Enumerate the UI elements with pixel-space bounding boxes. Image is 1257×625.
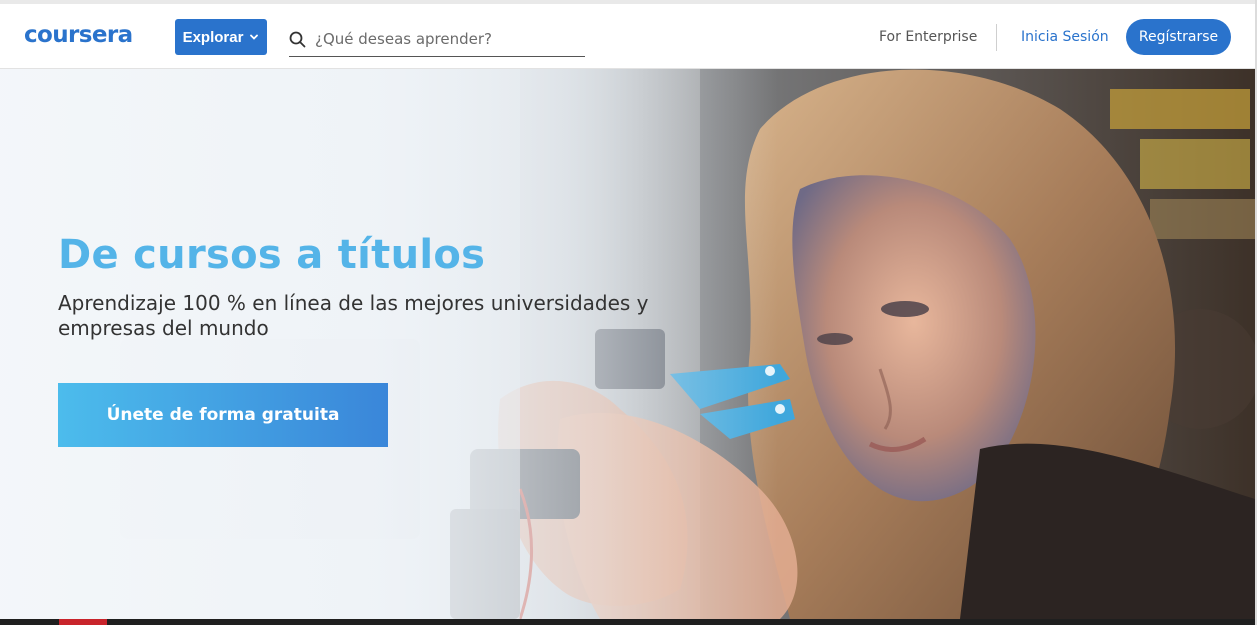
- explore-button[interactable]: Explorar: [175, 19, 267, 55]
- register-button[interactable]: Regístrarse: [1126, 19, 1231, 55]
- for-enterprise-link[interactable]: For Enterprise: [879, 29, 977, 45]
- join-free-button[interactable]: Únete de forma gratuita: [58, 383, 388, 447]
- hero-subtitle: Aprendizaje 100 % en línea de las mejore…: [58, 291, 649, 340]
- hero-banner: De cursos a títulos Aprendizaje 100 % en…: [0, 69, 1255, 619]
- search-input[interactable]: [315, 30, 575, 48]
- hero-overlay: [0, 69, 1255, 619]
- bottom-bar: [0, 619, 1257, 625]
- coursera-logo[interactable]: coursera: [24, 22, 133, 48]
- bottom-accent: [59, 619, 107, 625]
- explore-button-label: Explorar: [182, 28, 244, 46]
- header-divider: [996, 24, 997, 51]
- top-navigation-bar: coursera Explorar For Enterprise Inicia …: [0, 0, 1257, 69]
- search-icon[interactable]: [289, 31, 306, 48]
- hero-title: De cursos a títulos: [58, 232, 486, 278]
- search-bar: [289, 22, 585, 57]
- login-link[interactable]: Inicia Sesión: [1021, 29, 1109, 45]
- chevron-down-icon: [250, 34, 259, 40]
